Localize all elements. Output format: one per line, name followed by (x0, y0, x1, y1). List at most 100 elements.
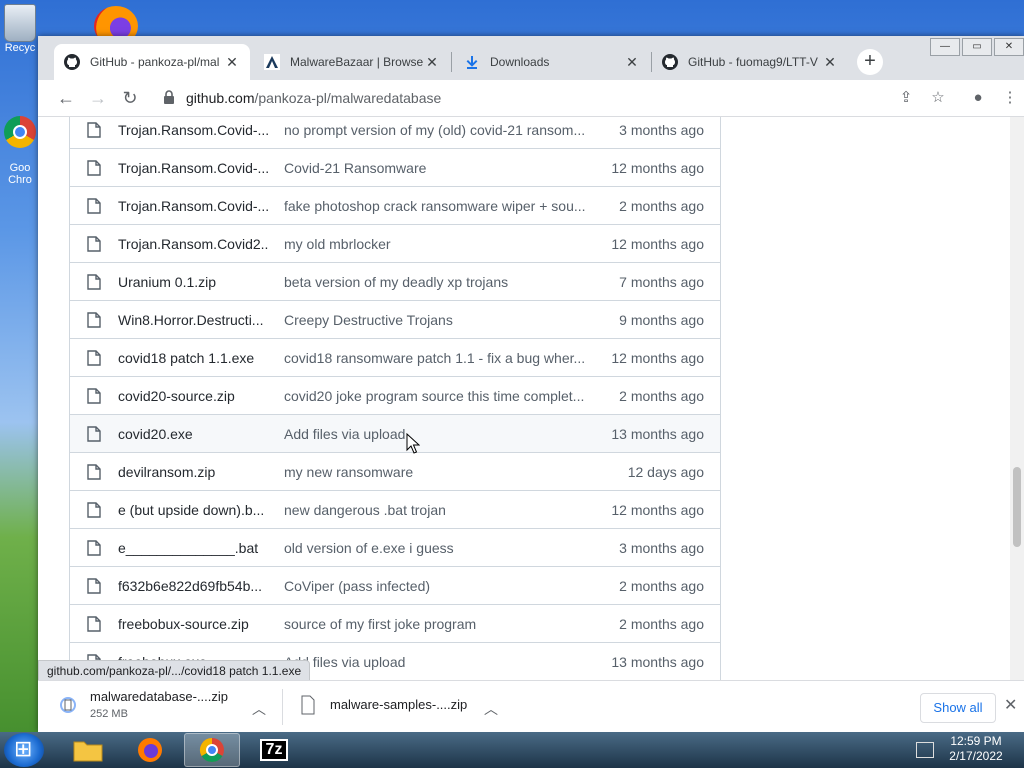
file-row[interactable]: f632b6e822d69fb54b... CoViper (pass infec… (70, 567, 720, 605)
download-item[interactable]: malwaredatabase-....zip 252 MB ︿ (60, 689, 270, 725)
tab-strip: GitHub - pankoza-pl/mal ✕ MalwareBazaar … (38, 36, 1024, 80)
file-name-link[interactable]: Uranium 0.1.zip (118, 274, 268, 290)
tab-separator (451, 52, 452, 72)
chevron-up-icon[interactable]: ︿ (252, 699, 266, 719)
taskbar-chrome[interactable] (184, 733, 240, 767)
menu-kebab-icon[interactable]: ⋮ (1000, 88, 1020, 108)
file-icon (87, 387, 101, 404)
tab-title: MalwareBazaar | Browse (290, 55, 424, 69)
tab-github-malwaredatabase[interactable]: GitHub - pankoza-pl/mal ✕ (54, 44, 250, 80)
commit-message-link[interactable]: covid18 ransomware patch 1.1 - fix a bug… (284, 350, 589, 366)
taskbar-firefox[interactable] (122, 733, 178, 767)
tab-close-icon[interactable]: ✕ (624, 54, 640, 71)
tab-close-icon[interactable]: ✕ (424, 54, 440, 71)
file-row[interactable]: devilransom.zip my new ransomware 12 days … (70, 453, 720, 491)
commit-age: 2 months ago (619, 197, 704, 214)
commit-age: 12 months ago (611, 159, 704, 176)
file-name-link[interactable]: covid20-source.zip (118, 388, 268, 404)
file-row[interactable]: freebobux-source.zip source of my first j… (70, 605, 720, 643)
file-list: Trojan.Ransom.Covid-... no prompt version… (69, 117, 721, 680)
tab-downloads[interactable]: Downloads ✕ (454, 44, 650, 80)
commit-message-link[interactable]: beta version of my deadly xp trojans (284, 274, 589, 290)
commit-message-link[interactable]: Creepy Destructive Trojans (284, 312, 589, 328)
file-name-link[interactable]: Trojan.Ransom.Covid2... (118, 236, 268, 252)
commit-age: 7 months ago (619, 273, 704, 290)
recycle-bin-desktop-icon[interactable]: Recyc (0, 4, 40, 54)
file-row[interactable]: Trojan.Ransom.Covid-... fake photoshop cr… (70, 187, 720, 225)
file-row[interactable]: Trojan.Ransom.Covid2... my old mbrlocker 1… (70, 225, 720, 263)
commit-message-link[interactable]: old version of e.exe i guess (284, 540, 589, 556)
file-icon (87, 349, 101, 366)
commit-message-link[interactable]: Add files via upload (284, 426, 589, 442)
file-name-link[interactable]: covid20.exe (118, 426, 268, 442)
commit-message-link[interactable]: fake photoshop crack ransomware wiper + … (284, 198, 589, 214)
bookmark-star-icon[interactable]: ☆ (928, 88, 948, 108)
commit-message-link[interactable]: my new ransomware (284, 464, 589, 480)
profile-avatar-icon[interactable]: ● (968, 88, 988, 108)
chevron-up-icon[interactable]: ︿ (484, 699, 498, 719)
file-row[interactable]: Uranium 0.1.zip beta version of my deadly… (70, 263, 720, 301)
network-tray-icon[interactable] (916, 742, 934, 758)
file-row[interactable]: Trojan.Ransom.Covid-... Covid-21 Ransomwa… (70, 149, 720, 187)
taskbar-explorer[interactable] (60, 733, 116, 767)
file-name-link[interactable]: f632b6e822d69fb54b... (118, 578, 268, 594)
commit-message-link[interactable]: no prompt version of my (old) covid-21 r… (284, 122, 589, 138)
commit-message-link[interactable]: source of my first joke program (284, 616, 589, 632)
show-all-downloads-button[interactable]: Show all (920, 693, 996, 723)
commit-message-link[interactable]: Covid-21 Ransomware (284, 160, 589, 176)
file-name-link[interactable]: devilransom.zip (118, 464, 268, 480)
back-button[interactable]: ← (54, 86, 78, 110)
commit-message-link[interactable]: CoViper (pass infected) (284, 578, 589, 594)
commit-message-link[interactable]: covid20 joke program source this time co… (284, 388, 589, 404)
file-row[interactable]: covid20.exe Add files via upload 13 months… (70, 415, 720, 453)
recycle-bin-icon (4, 4, 36, 42)
commit-age: 9 months ago (619, 311, 704, 328)
reload-button[interactable]: ↻ (118, 86, 142, 110)
tab-close-icon[interactable]: ✕ (224, 54, 240, 71)
commit-message-link[interactable]: new dangerous .bat trojan (284, 502, 589, 518)
file-name-link[interactable]: e______________.bat (118, 540, 268, 556)
commit-age: 2 months ago (619, 577, 704, 594)
commit-age: 13 months ago (611, 653, 704, 670)
close-window-button[interactable]: ✕ (994, 38, 1024, 56)
file-name-link[interactable]: Win8.Horror.Destructi... (118, 312, 268, 328)
file-row[interactable]: covid20-source.zip covid20 joke program s… (70, 377, 720, 415)
download-item[interactable]: malware-samples-....zip ︿ (300, 689, 510, 725)
page-scrollbar[interactable] (1010, 117, 1024, 680)
download-filename: malwaredatabase-....zip (90, 689, 229, 704)
minimize-button[interactable]: — (930, 38, 960, 56)
taskbar-clock[interactable]: 12:59 PM 2/17/2022 (946, 734, 1006, 764)
chrome-desktop-shortcut[interactable]: Goo Chro (0, 116, 40, 186)
tab-github-ltt[interactable]: GitHub - fuomag9/LTT-V ✕ (652, 44, 848, 80)
tab-malwarebazaar[interactable]: MalwareBazaar | Browse ✕ (254, 44, 450, 80)
address-bar[interactable]: github.com/pankoza-pl/malwaredatabase ⇪ … (154, 84, 1024, 112)
tab-title: Downloads (490, 55, 550, 69)
taskbar-7zip[interactable]: 7z (246, 733, 302, 767)
start-button[interactable] (4, 733, 44, 767)
file-row[interactable]: covid18 patch 1.1.exe covid18 ransomware … (70, 339, 720, 377)
tab-close-icon[interactable]: ✕ (822, 54, 838, 71)
new-tab-button[interactable]: + (857, 49, 883, 75)
forward-button[interactable]: → (86, 86, 110, 110)
download-size: 252 MB (90, 708, 128, 720)
firefox-icon (138, 738, 162, 762)
share-icon[interactable]: ⇪ (896, 88, 916, 108)
commit-message-link[interactable]: Add files via upload (284, 654, 589, 670)
maximize-button[interactable]: ▭ (962, 38, 992, 56)
sevenzip-icon: 7z (259, 739, 289, 761)
file-name-link[interactable]: freebobux-source.zip (118, 616, 268, 632)
file-name-link[interactable]: Trojan.Ransom.Covid-... (118, 160, 268, 176)
file-row[interactable]: Trojan.Ransom.Covid-... no prompt version… (70, 117, 720, 149)
file-name-link[interactable]: e (but upside down).b... (118, 502, 268, 518)
commit-message-link[interactable]: my old mbrlocker (284, 236, 589, 252)
close-shelf-icon[interactable]: ✕ (1004, 695, 1017, 715)
file-row[interactable]: Win8.Horror.Destructi... Creepy Destructi… (70, 301, 720, 339)
file-name-link[interactable]: covid18 patch 1.1.exe (118, 350, 268, 366)
file-name-link[interactable]: Trojan.Ransom.Covid-... (118, 198, 268, 214)
scrollbar-thumb[interactable] (1013, 467, 1021, 547)
file-row[interactable]: e______________.bat old version of e.exe … (70, 529, 720, 567)
file-name-link[interactable]: Trojan.Ransom.Covid-... (118, 122, 268, 138)
commit-age: 2 months ago (619, 387, 704, 404)
file-row[interactable]: e (but upside down).b... new dangerous .b… (70, 491, 720, 529)
clock-time: 12:59 PM (950, 734, 1002, 748)
